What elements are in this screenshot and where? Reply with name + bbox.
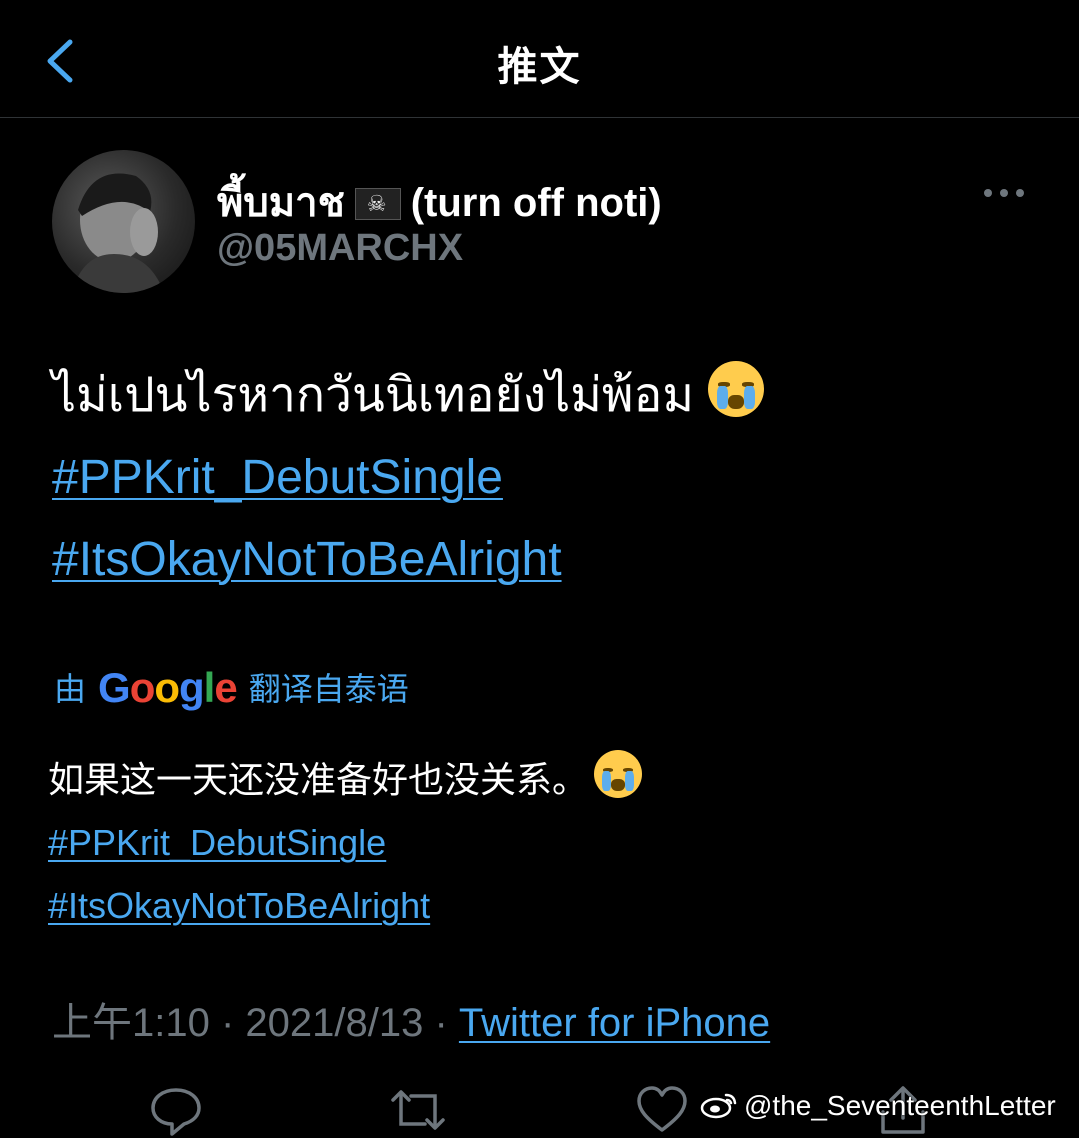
more-options-button[interactable] bbox=[982, 178, 1026, 208]
hashtag-link[interactable]: #ItsOkayNotToBeAlright bbox=[48, 885, 430, 926]
hashtag-link[interactable]: #PPKrit_DebutSingle bbox=[48, 822, 386, 863]
weibo-watermark: @the_SeventeenthLetter bbox=[700, 1090, 1056, 1122]
tweet-text-line: ไม่เปนไรหากวันนิเทอยังไม่พ้อม bbox=[52, 355, 764, 437]
translated-text: 如果这一天还没准备好也没关系。 #PPKrit_DebutSingle #Its… bbox=[48, 748, 643, 937]
tweet-meta: 上午1:10 · 2021/8/13 · Twitter for iPhone bbox=[52, 1001, 771, 1045]
google-logo: Google bbox=[98, 664, 238, 711]
heart-icon bbox=[637, 1086, 687, 1132]
tweet-body: ไม่เปนไรหากวันนิเทอยังไม่พ้อม #PPKrit_De… bbox=[52, 355, 764, 601]
retweet-button[interactable] bbox=[389, 1084, 445, 1136]
hashtag-link[interactable]: #ItsOkayNotToBeAlright bbox=[52, 533, 562, 586]
reply-button[interactable] bbox=[150, 1084, 202, 1136]
tweet-time: 上午1:10 bbox=[52, 1001, 210, 1045]
page-title: 推文 bbox=[497, 45, 582, 89]
reply-icon bbox=[151, 1088, 201, 1136]
tweet-source-link[interactable]: Twitter for iPhone bbox=[459, 1001, 770, 1045]
avatar-photo bbox=[72, 173, 164, 293]
weibo-icon bbox=[700, 1093, 737, 1119]
like-button[interactable] bbox=[636, 1084, 688, 1136]
hashtag-link[interactable]: #PPKrit_DebutSingle bbox=[52, 451, 503, 504]
retweet-icon bbox=[391, 1090, 445, 1130]
author-handle[interactable]: @05MARCHX bbox=[217, 227, 463, 270]
loudly-crying-face-icon bbox=[594, 750, 643, 798]
top-bar: 推文 bbox=[0, 0, 1079, 118]
author-display-name[interactable]: พี้บมาช ☠ (turn off noti) bbox=[217, 170, 662, 234]
tweet-date: 2021/8/13 bbox=[245, 1001, 424, 1045]
pirate-flag-icon: ☠ bbox=[354, 188, 401, 220]
translation-attribution[interactable]: 由 Google 翻译自泰语 bbox=[54, 664, 409, 712]
more-dots-icon bbox=[984, 189, 1024, 197]
author-name-suffix: (turn off noti) bbox=[410, 181, 662, 225]
author-name-thai: พี้บมาช bbox=[217, 181, 345, 225]
avatar[interactable] bbox=[52, 150, 195, 293]
loudly-crying-face-icon bbox=[707, 361, 764, 417]
